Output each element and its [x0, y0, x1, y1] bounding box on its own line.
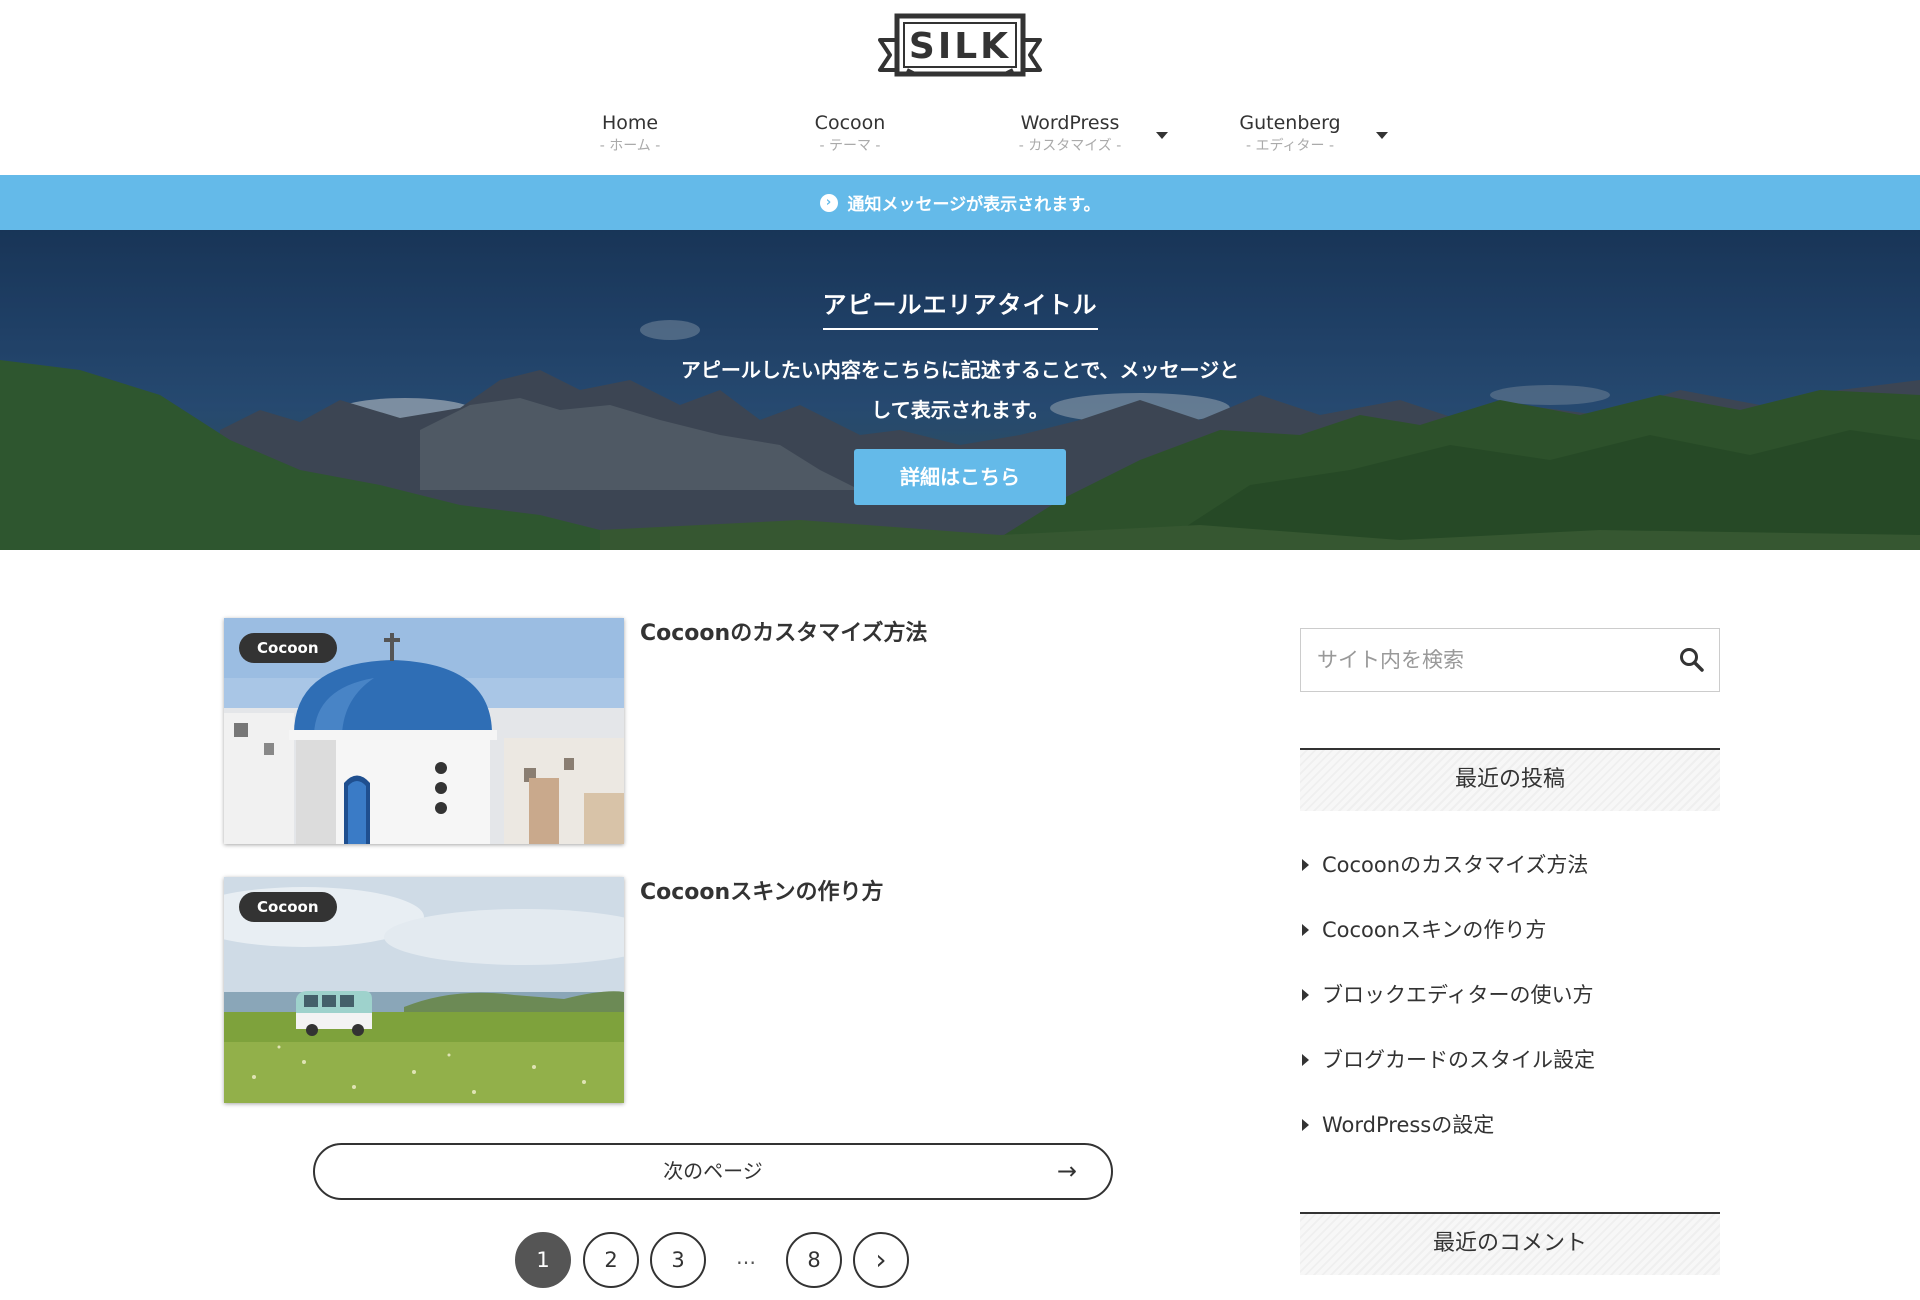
post-thumbnail[interactable]: Cocoon — [224, 618, 624, 844]
category-label: Cocoon — [239, 633, 337, 663]
arrow-circle-right-icon: › — [819, 193, 838, 212]
recent-post-link[interactable]: WordPressの設定 — [1300, 1105, 1720, 1170]
nav-sublabel: - エディター - — [1245, 138, 1335, 154]
next-page-button[interactable]: 次のページ → — [313, 1143, 1113, 1200]
recent-post-link[interactable]: ブログカードのスタイル設定 — [1300, 1040, 1720, 1105]
post-title[interactable]: Cocoonのカスタマイズ方法 — [640, 618, 928, 650]
nav-item-home[interactable]: Home - ホーム - — [520, 110, 740, 166]
logo-text: SILK — [908, 26, 1012, 67]
appeal-message: アピールしたい内容をこちらに記述することで、メッセージと して表示されます。 — [620, 350, 1300, 430]
page-number[interactable]: 3 — [650, 1232, 706, 1288]
next-page-chevron-icon[interactable]: › — [853, 1232, 909, 1288]
post-card[interactable]: Cocoon Cocoonスキンの作り方 — [224, 877, 1024, 1103]
nav-item-cocoon[interactable]: Cocoon - テーマ - — [740, 110, 960, 166]
caret-down-icon — [1376, 132, 1388, 139]
recent-post-link[interactable]: Cocoonスキンの作り方 — [1300, 910, 1720, 975]
nav-item-wordpress[interactable]: WordPress - カスタマイズ - — [960, 110, 1180, 166]
nav-label: Cocoon — [814, 112, 886, 134]
nav-label: Home — [601, 112, 659, 134]
site-logo[interactable]: SILK — [875, 10, 1045, 90]
site-header: SILK Home - ホーム - Cocoon - テーマ - WordPre… — [0, 0, 1920, 175]
recent-posts-title: 最近の投稿 — [1300, 748, 1720, 811]
page-number[interactable]: 8 — [786, 1232, 842, 1288]
next-page-label: 次のページ — [663, 1159, 763, 1183]
nav-label: WordPress — [1020, 112, 1120, 134]
recent-post-link[interactable]: ブロックエディターの使い方 — [1300, 975, 1720, 1040]
appeal-message-line: アピールしたい内容をこちらに記述することで、メッセージと — [680, 358, 1240, 382]
page-number-current[interactable]: 1 — [515, 1232, 571, 1288]
appeal-title: アピールエリアタイトル — [0, 285, 1920, 330]
pagination-dots: … — [736, 1245, 756, 1269]
nav-sublabel: - ホーム - — [599, 138, 661, 154]
post-thumbnail[interactable]: Cocoon — [224, 877, 624, 1103]
notice-bar[interactable]: › 通知メッセージが表示されます。 — [0, 175, 1920, 230]
recent-posts-list: Cocoonのカスタマイズ方法 Cocoonスキンの作り方 ブロックエディターの… — [1300, 845, 1720, 1170]
page-number[interactable]: 2 — [583, 1232, 639, 1288]
search-icon[interactable] — [1679, 647, 1705, 673]
arrow-right-icon: → — [1056, 1157, 1077, 1185]
recent-comments-title: 最近のコメント — [1300, 1212, 1720, 1275]
nav-sublabel: - テーマ - — [819, 138, 881, 154]
notice-text: 通知メッセージが表示されます。 — [847, 195, 1101, 215]
search-input[interactable] — [1301, 629, 1661, 691]
global-nav: Home - ホーム - Cocoon - テーマ - WordPress - … — [0, 110, 1920, 170]
recent-post-link[interactable]: Cocoonのカスタマイズ方法 — [1300, 845, 1720, 910]
appeal-message-line: して表示されます。 — [871, 398, 1049, 422]
caret-down-icon — [1156, 132, 1168, 139]
appeal-details-button[interactable]: 詳細はこちら — [854, 449, 1066, 505]
search-box — [1300, 628, 1720, 692]
nav-sublabel: - カスタマイズ - — [1018, 138, 1122, 154]
nav-label: Gutenberg — [1239, 112, 1341, 134]
nav-item-gutenberg[interactable]: Gutenberg - エディター - — [1180, 110, 1400, 166]
category-label: Cocoon — [239, 892, 337, 922]
appeal-area: アピールエリアタイトル アピールしたい内容をこちらに記述することで、メッセージと… — [0, 230, 1920, 550]
post-title[interactable]: Cocoonスキンの作り方 — [640, 877, 884, 909]
post-card[interactable]: Cocoon Cocoonのカスタマイズ方法 — [224, 618, 1024, 844]
appeal-title-text: アピールエリアタイトル — [822, 285, 1098, 330]
